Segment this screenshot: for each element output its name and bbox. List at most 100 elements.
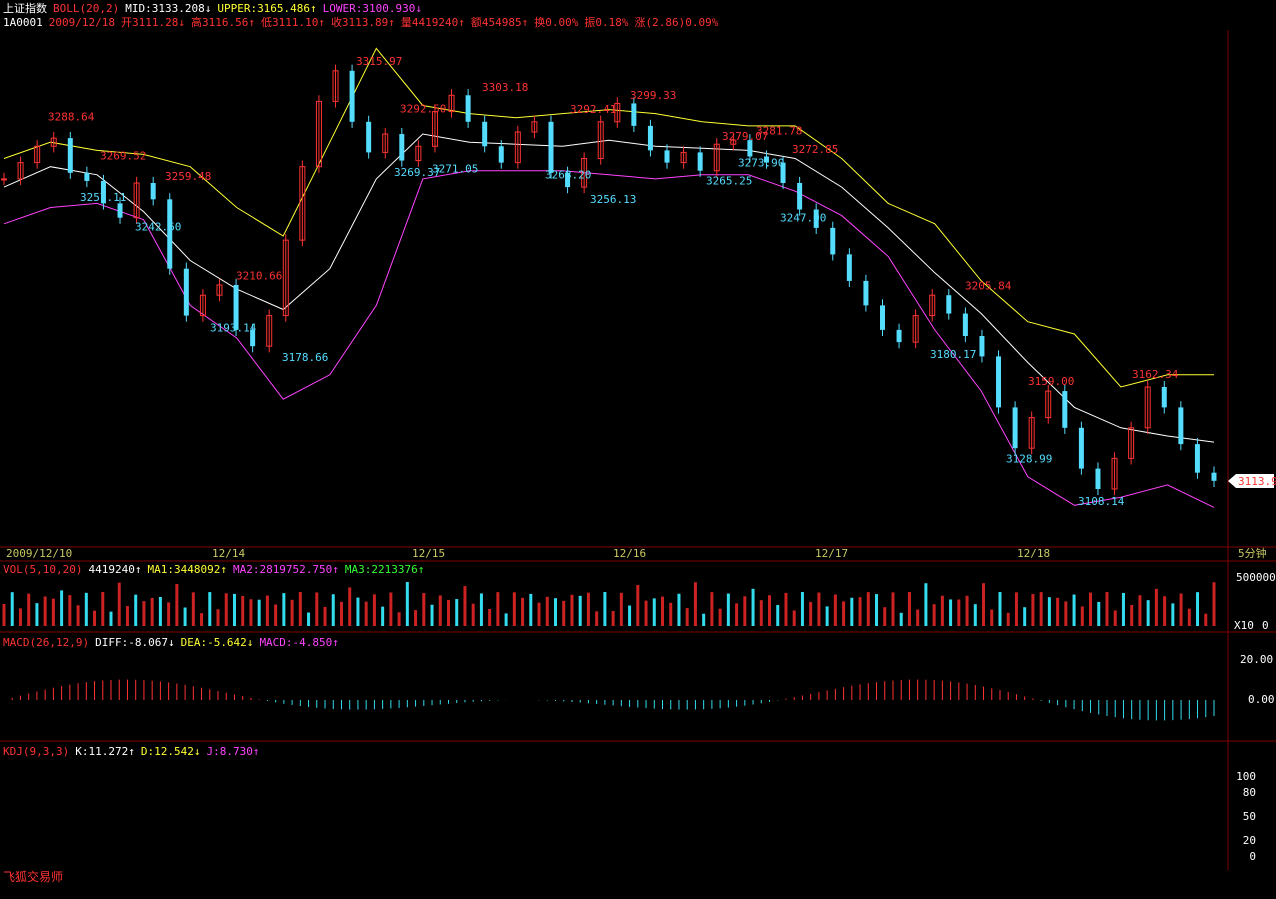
volume-bar [685,608,689,626]
volume-bar [1031,594,1035,626]
volume-bar [916,609,920,626]
price-tag: 3113.9 [1238,475,1276,488]
volume-bar [545,596,549,626]
x-axis-label: 2009/12/10 [6,547,72,560]
volume-bar [290,599,294,626]
volume-bar [249,599,253,626]
candle-body [896,329,902,343]
volume-bar [702,613,706,626]
volume-bar [652,598,656,626]
volume-bar [1154,588,1158,626]
volume-bar [488,608,492,626]
volume-bar [990,609,994,626]
volume-bar [43,596,47,626]
x-axis-label: 12/15 [412,547,445,560]
price-annotation: 3178.66 [282,351,328,364]
volume-bar [167,602,171,626]
vol-tick: 500000 [1236,571,1276,584]
macd-tick: 20.00 [1240,653,1273,666]
volume-bar [809,601,813,626]
volume-bar [389,592,393,626]
volume-bar [463,586,467,626]
volume-bar [628,605,632,626]
stock-chart[interactable]: 3288.64 3269.52 3259.48 3257.11 3242.60 3210.… [0,0,1276,899]
candle-body [366,121,372,153]
price-annotation: 3193.14 [210,321,257,334]
price-annotation: 3272.85 [792,143,838,156]
price-annotation: 3256.13 [590,193,636,206]
volume-bar [265,595,269,626]
volume-bar [101,592,105,626]
kdj-tick: 100 [1236,770,1256,783]
volume-bar [150,597,154,626]
volume-bar [191,592,195,626]
volume-bar [973,604,977,626]
macd-tick: 0.00 [1248,693,1275,706]
volume-bar [529,593,533,626]
price-annotation: 3180.17 [930,348,976,361]
kdj-tick: 0 [1249,850,1256,863]
volume-bar [792,610,796,626]
price-annotation: 3268.20 [545,168,591,181]
volume-bar [241,595,245,626]
volume-bar [60,590,64,626]
volume-bar [1006,612,1010,626]
volume-bar [661,596,665,626]
candle-body [183,268,189,316]
candle-body [167,199,173,269]
volume-bar [1105,592,1109,626]
volume-bar [553,598,557,626]
volume-bar [274,604,278,626]
volume-bar [636,584,640,626]
candle-body [863,280,869,306]
volume-bar [759,600,763,626]
volume-bar [512,592,516,626]
x-axis-label: 12/18 [1017,547,1050,560]
price-annotation: 3242.60 [135,220,181,233]
volume-bar [1146,600,1150,626]
volume-bar [1056,597,1060,626]
volume-bar [18,608,22,626]
volume-bar [504,613,508,626]
price-annotation: 3273.90 [738,157,784,170]
volume-bar [1171,603,1175,626]
volume-bar [743,596,747,626]
volume-bar [430,604,434,626]
volume-bar [414,610,418,626]
candle-body [84,172,90,181]
volume-bar [784,592,788,626]
price-annotation: 3259.48 [165,170,211,183]
volume-bar [907,592,911,626]
price-annotation: 3271.05 [432,162,478,175]
volume-bar [232,593,236,626]
candle-body [697,152,703,171]
volume-bar [751,588,755,626]
period-label: 5分钟 [1238,546,1267,560]
volume-bar [224,593,228,626]
candle-body [1211,472,1217,481]
volume-bar [1064,601,1068,626]
volume-bar [1196,592,1200,626]
volume-bar [298,592,302,626]
volume-bar [998,592,1002,626]
volume-bar [27,593,31,626]
volume-bar [348,587,352,626]
volume-bar [438,595,442,626]
volume-bar [381,606,385,626]
price-annotation: 3269.52 [100,150,146,163]
price-annotation: 3247.00 [780,212,826,225]
volume-bar [776,605,780,626]
volume-bar [405,582,409,626]
kdj-tick: 80 [1243,786,1256,799]
volume-bar [1138,595,1142,626]
volume-bar [455,599,459,626]
boll-upper-line [3,47,1214,388]
volume-bar [323,606,327,626]
candle-body [1194,444,1200,473]
volume-bar [858,597,862,626]
volume-bar [257,599,261,626]
volume-bar [562,600,566,626]
volume-bar [307,612,311,626]
price-annotation: 3257.11 [80,191,126,204]
candle-body [962,313,968,336]
